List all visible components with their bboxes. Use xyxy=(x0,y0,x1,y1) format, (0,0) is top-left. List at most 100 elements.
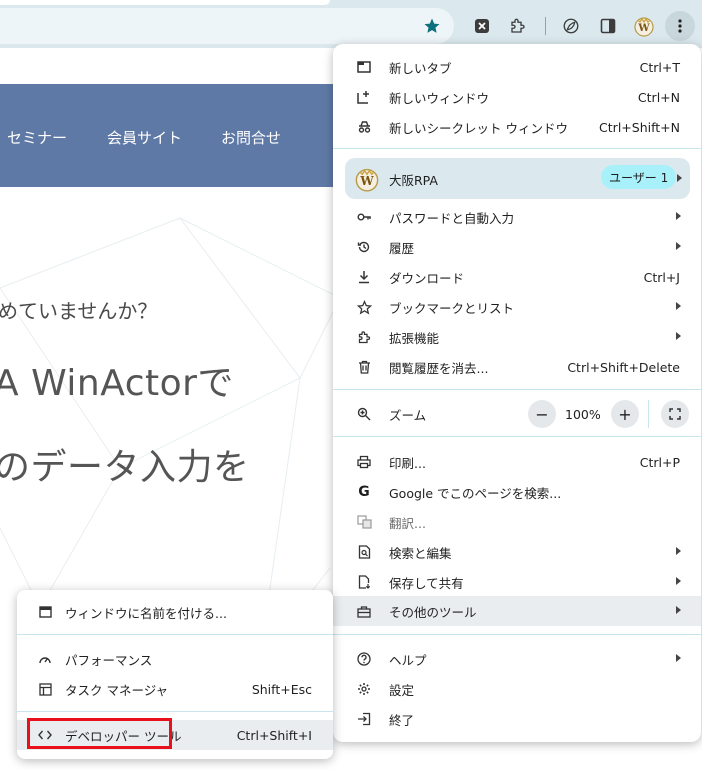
menu-label: 保存して共有 xyxy=(389,575,464,591)
fullscreen-button[interactable] xyxy=(661,400,689,428)
chevron-right-icon xyxy=(676,242,681,250)
menu-item-google-search[interactable]: G Google でこのページを検索... xyxy=(333,477,701,507)
menu-item-new-window[interactable]: 新しいウィンドウ Ctrl+N xyxy=(333,82,701,112)
speedometer-icon xyxy=(37,651,53,667)
download-icon xyxy=(356,269,372,285)
save-page-icon xyxy=(356,574,372,590)
zoom-icon xyxy=(356,406,372,422)
chevron-right-icon xyxy=(676,302,681,310)
menu-item-history[interactable]: 履歴 xyxy=(333,232,701,262)
menu-item-find-edit[interactable]: 検索と編集 xyxy=(333,537,701,567)
svg-text:W: W xyxy=(359,174,374,188)
hero-subtitle: めていませんか？ xyxy=(0,299,158,323)
profile-name: 大阪RPA xyxy=(389,173,438,188)
menu-label: Google でこのページを検索... xyxy=(389,485,562,501)
zoom-out-button[interactable]: − xyxy=(528,400,556,428)
menu-label: 検索と編集 xyxy=(389,545,452,561)
menu-label: 履歴 xyxy=(389,240,415,256)
task-manager-icon xyxy=(37,681,53,697)
history-icon xyxy=(356,239,372,255)
hero-heading-line-2: のデータ入力を xyxy=(0,447,250,488)
menu-item-bookmarks[interactable]: ブックマークとリスト xyxy=(333,292,701,322)
kebab-icon[interactable] xyxy=(665,11,695,41)
menu-divider xyxy=(17,711,333,712)
profile-w-icon[interactable]: W xyxy=(629,11,659,41)
puzzle-icon xyxy=(356,329,372,345)
hero-heading-line-1: A WinActorで xyxy=(0,363,234,404)
menu-shortcut: Ctrl+Shift+N xyxy=(599,119,680,135)
leaf-icon[interactable] xyxy=(556,11,586,41)
side-panel-icon[interactable] xyxy=(593,11,623,41)
printer-icon xyxy=(356,454,372,470)
submenu-item-name-window[interactable]: ウィンドウに名前を付ける... xyxy=(17,597,333,627)
menu-divider xyxy=(333,389,701,390)
submenu-item-task-manager[interactable]: タスク マネージャ Shift+Esc xyxy=(17,674,333,704)
address-bar[interactable] xyxy=(0,8,454,44)
menu-item-settings[interactable]: 設定 xyxy=(333,674,701,704)
chrome-main-menu: 新しいタブ Ctrl+T 新しいウィンドウ Ctrl+N 新しいシークレット ウ… xyxy=(333,44,701,742)
star-outline-icon xyxy=(356,299,372,315)
menu-divider xyxy=(333,148,701,149)
menu-item-incognito[interactable]: 新しいシークレット ウィンドウ Ctrl+Shift+N xyxy=(333,112,701,142)
menu-item-extensions[interactable]: 拡張機能 xyxy=(333,322,701,352)
submenu-item-performance[interactable]: パフォーマンス xyxy=(17,644,333,674)
menu-item-clear-data[interactable]: 閲覧履歴を消去... Ctrl+Shift+Delete xyxy=(333,352,701,382)
menu-item-zoom: ズーム xyxy=(333,399,701,429)
chevron-right-icon xyxy=(676,332,681,340)
menu-shortcut: Ctrl+Shift+I xyxy=(236,727,312,743)
menu-label: 翻訳... xyxy=(389,515,426,531)
google-g-icon: G xyxy=(358,484,370,500)
nav-link-member-site[interactable]: 会員サイト xyxy=(107,127,182,148)
incognito-icon xyxy=(356,119,372,135)
menu-label: ウィンドウに名前を付ける... xyxy=(65,605,227,621)
menu-item-more-tools[interactable]: その他のツール xyxy=(333,596,701,626)
chevron-right-icon xyxy=(677,174,682,182)
menu-item-downloads[interactable]: ダウンロード Ctrl+J xyxy=(333,262,701,292)
puzzle-icon[interactable] xyxy=(503,11,533,41)
menu-divider xyxy=(333,634,701,635)
menu-item-save-share[interactable]: 保存して共有 xyxy=(333,567,701,597)
zoom-in-button[interactable]: + xyxy=(611,400,639,428)
menu-shortcut: Ctrl+P xyxy=(639,454,680,470)
more-tools-submenu: ウィンドウに名前を付ける... パフォーマンス タスク マネージャ Shift+… xyxy=(17,590,333,759)
menu-divider xyxy=(333,436,701,437)
menu-label: ダウンロード xyxy=(389,270,465,286)
nav-link-seminar[interactable]: セミナー xyxy=(7,127,67,148)
menu-label: ヘルプ xyxy=(389,652,427,668)
key-icon xyxy=(356,209,372,225)
menu-label: パフォーマンス xyxy=(65,652,153,668)
star-icon[interactable] xyxy=(417,11,447,41)
menu-label: 新しいタブ xyxy=(389,60,452,76)
new-tab-icon xyxy=(356,59,372,75)
extension-x-icon[interactable] xyxy=(467,11,497,41)
menu-label: パスワードと自動入力 xyxy=(389,210,515,226)
gear-icon xyxy=(356,681,372,697)
menu-shortcut: Shift+Esc xyxy=(251,681,312,697)
menu-item-new-tab[interactable]: 新しいタブ Ctrl+T xyxy=(333,52,701,82)
menu-shortcut: Ctrl+J xyxy=(643,269,680,285)
zoom-level: 100% xyxy=(565,407,601,422)
chevron-right-icon xyxy=(676,212,681,220)
menu-shortcut: Ctrl+T xyxy=(639,59,680,75)
menu-label: 新しいシークレット ウィンドウ xyxy=(389,120,568,136)
menu-label: 閲覧履歴を消去... xyxy=(389,360,489,376)
menu-shortcut: Ctrl+N xyxy=(637,89,680,105)
menu-label: タスク マネージャ xyxy=(65,682,169,698)
nav-link-contact[interactable]: お問合せ xyxy=(221,127,281,148)
exit-icon xyxy=(356,711,372,727)
menu-item-print[interactable]: 印刷... Ctrl+P xyxy=(333,447,701,477)
window-icon xyxy=(37,604,53,620)
menu-item-translate[interactable]: 翻訳... xyxy=(333,507,701,537)
new-window-icon xyxy=(356,89,372,105)
active-tab-edge xyxy=(0,0,330,5)
menu-item-profile[interactable]: W 大阪RPA ユーザー 1 xyxy=(345,158,690,199)
trash-icon xyxy=(356,359,372,375)
toolbar-divider xyxy=(545,17,546,35)
menu-label: ズーム xyxy=(389,407,427,423)
find-page-icon xyxy=(356,544,372,560)
help-icon xyxy=(356,651,372,667)
menu-shortcut: Ctrl+Shift+Delete xyxy=(567,359,680,375)
menu-item-exit[interactable]: 終了 xyxy=(333,704,701,734)
menu-item-help[interactable]: ヘルプ xyxy=(333,644,701,674)
menu-item-passwords[interactable]: パスワードと自動入力 xyxy=(333,202,701,232)
